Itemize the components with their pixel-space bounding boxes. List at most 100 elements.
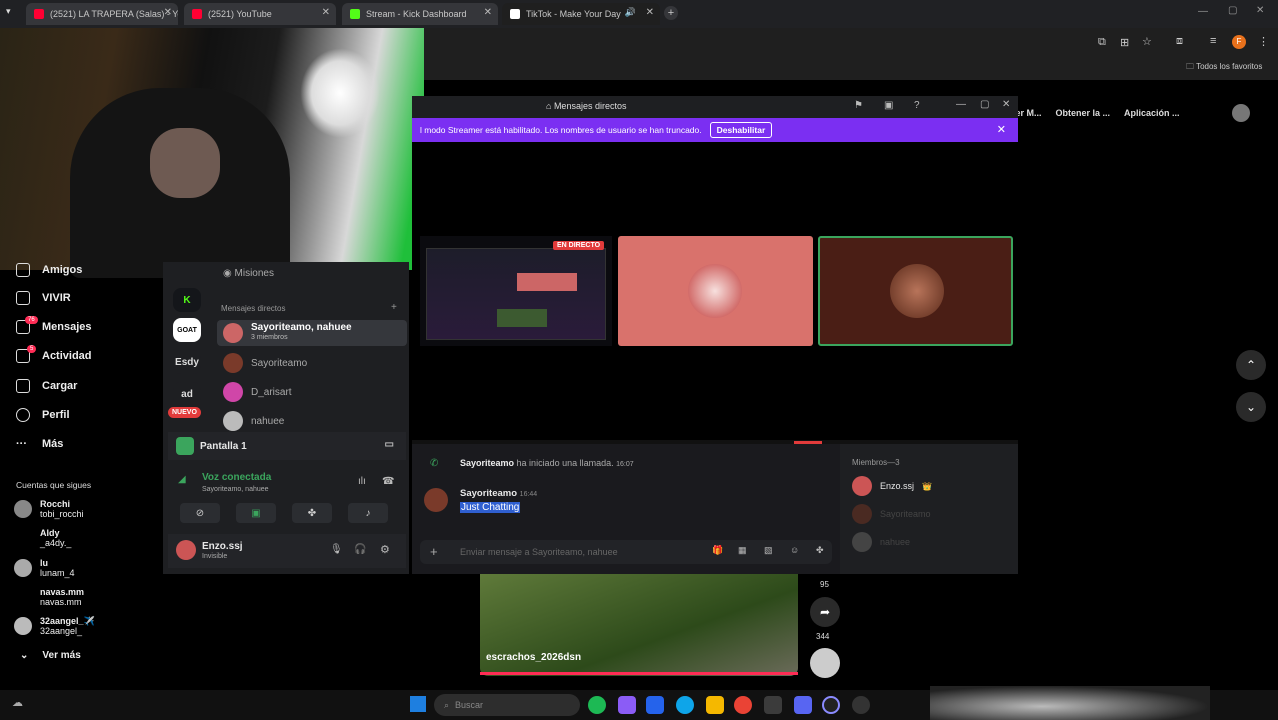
headphones-icon[interactable]: 🎧 (354, 544, 366, 555)
share-button[interactable]: ➦ (810, 597, 840, 627)
activities-icon[interactable]: ✤ (292, 503, 332, 523)
bookmark-link[interactable]: Aplicación ... (1124, 108, 1180, 118)
sidebar-item-more[interactable]: ··· Más (16, 438, 63, 450)
tab-list-icon[interactable]: ▾ (6, 6, 11, 17)
member-item[interactable]: nahuee (852, 532, 910, 552)
missions-item[interactable]: ◉ Misiones (223, 268, 274, 279)
chrome-icon[interactable] (734, 696, 752, 714)
avatar[interactable] (176, 540, 196, 560)
flag-icon[interactable]: ⚑ (854, 100, 863, 111)
sidebar-item-live[interactable]: VIVIR (16, 291, 71, 305)
next-video-button[interactable]: ⌄ (1236, 392, 1266, 422)
sidebar-item-upload[interactable]: Cargar (16, 379, 77, 393)
previous-video-button[interactable]: ⌃ (1236, 350, 1266, 380)
avatar[interactable] (424, 488, 448, 512)
bookmarks-folder[interactable]: 🗀 Todos los favoritos (1186, 61, 1262, 75)
copilot-icon[interactable] (618, 696, 636, 714)
microphone-icon[interactable]: 🎙 (330, 544, 343, 555)
account-item[interactable]: lu lunam_4 (14, 558, 75, 578)
inbox-icon[interactable]: ▣ (884, 100, 893, 111)
extensions-icon[interactable]: ⧈ (1176, 35, 1183, 48)
maximize-icon[interactable]: ▢ (1228, 5, 1237, 16)
noise-suppression-icon[interactable]: ılı (358, 476, 366, 487)
dm-item[interactable]: Sayoriteamo (217, 352, 407, 374)
close-icon[interactable]: ✕ (164, 7, 172, 18)
gift-icon[interactable]: 🎁 (712, 545, 723, 556)
apps-icon[interactable]: ✤ (816, 545, 824, 556)
menu-icon[interactable]: ⋮ (1258, 35, 1269, 48)
tab-kick[interactable]: Stream - Kick Dashboard ✕ (342, 3, 498, 25)
account-item[interactable]: Aldy _a4dy._ (40, 528, 71, 548)
spotify-icon[interactable] (588, 696, 606, 714)
server-icon-goat[interactable]: GOAT (173, 318, 201, 342)
minimize-icon[interactable]: — (1198, 6, 1208, 17)
file-explorer-icon[interactable] (706, 696, 724, 714)
taskbar-search[interactable]: ⌕ Buscar (434, 694, 580, 716)
edge-icon[interactable] (676, 696, 694, 714)
speaker-icon[interactable]: 🔊 (625, 7, 636, 18)
account-item[interactable]: 32aangel_✈️ 32aangel_ (14, 616, 95, 636)
close-icon[interactable]: ✕ (484, 7, 492, 18)
store-icon[interactable] (646, 696, 664, 714)
monitor-icon[interactable]: ▭ (385, 439, 394, 450)
disconnect-icon[interactable]: ☎ (382, 476, 394, 487)
message-input-box[interactable]: + Enviar mensaje a Sayoriteamo, nahuee 🎁… (420, 540, 832, 564)
steam-icon[interactable] (852, 696, 870, 714)
settings-gear-icon[interactable]: ⚙ (380, 543, 390, 556)
member-item[interactable]: Sayoriteamo (852, 504, 931, 524)
member-item[interactable]: Enzo.ssj 👑 (852, 476, 932, 496)
sidebar-item-friends[interactable]: Amigos (16, 263, 82, 277)
stream-tile-participant[interactable] (618, 236, 813, 346)
attach-plus-icon[interactable]: + (430, 544, 438, 559)
account-item[interactable]: navas.mm navas.mm (40, 587, 84, 607)
soundboard-icon[interactable]: ♪ (348, 503, 388, 523)
see-more-button[interactable]: ⌄ Ver más (20, 650, 81, 661)
close-banner-icon[interactable]: ✕ (997, 123, 1006, 136)
minimize-icon[interactable]: — (956, 99, 966, 110)
tiktok-video[interactable]: escrachos_2026dsn (480, 574, 798, 676)
creator-avatar[interactable] (810, 648, 840, 678)
screen-share-button[interactable]: ▣ (236, 503, 276, 523)
emoji-icon[interactable]: ☺ (790, 545, 799, 555)
tab-youtube-trapera[interactable]: (2521) LA TRAPERA (Salas) - Yo ✕ (26, 3, 178, 25)
maximize-icon[interactable]: ▢ (980, 99, 989, 110)
gif-icon[interactable]: ▦ (738, 545, 747, 556)
dm-item[interactable]: nahuee (217, 410, 407, 432)
chrome-active-icon[interactable] (764, 696, 782, 714)
dm-item[interactable]: D_arisart (217, 381, 407, 403)
video-username[interactable]: escrachos_2026dsn (486, 652, 581, 663)
server-icon-kick[interactable]: K (173, 288, 201, 312)
account-item[interactable]: Rocchi tobi_rocchi (14, 499, 84, 519)
server-icon-esdy[interactable]: Esdy (173, 350, 201, 374)
call-author[interactable]: Sayoriteamo (460, 458, 514, 468)
help-icon[interactable]: ? (914, 100, 920, 111)
add-dm-icon[interactable]: + (391, 302, 397, 313)
close-icon[interactable]: ✕ (646, 7, 654, 18)
message-author[interactable]: Sayoriteamo (460, 488, 517, 499)
close-icon[interactable]: ✕ (1002, 99, 1010, 110)
avatar[interactable] (1232, 104, 1250, 122)
obs-icon[interactable] (822, 696, 840, 714)
server-icon-ad[interactable]: ad (173, 382, 201, 406)
profile-avatar[interactable]: F (1232, 35, 1246, 49)
translate-icon[interactable]: ⊞ (1120, 36, 1129, 49)
stream-tile-screen[interactable]: EN DIRECTO (420, 236, 612, 346)
new-tab-button[interactable]: + (664, 6, 678, 20)
tab-tiktok[interactable]: TikTok - Make Your Day 🔊 ✕ (502, 3, 660, 25)
sticker-icon[interactable]: ▧ (764, 545, 773, 556)
disable-streamer-button[interactable]: Deshabilitar (709, 122, 773, 138)
star-icon[interactable]: ☆ (1142, 35, 1152, 48)
sidebar-item-profile[interactable]: Perfil (16, 408, 70, 422)
tab-youtube[interactable]: (2521) YouTube ✕ (184, 3, 336, 25)
discord-icon[interactable] (794, 696, 812, 714)
screen-share-item[interactable]: Pantalla 1 ▭ (168, 432, 406, 460)
media-icon[interactable]: ≡ (1210, 35, 1216, 47)
stream-tile-speaking[interactable] (818, 236, 1013, 346)
camera-off-icon[interactable]: ⊘ (180, 503, 220, 523)
dm-item-group[interactable]: Sayoriteamo, nahuee 3 miembros (217, 320, 407, 346)
close-window-icon[interactable]: ✕ (1256, 5, 1264, 16)
bookmark-link[interactable]: Obtener la ... (1056, 108, 1111, 118)
video-progress[interactable] (480, 672, 798, 675)
weather-icon[interactable]: ☁ (12, 696, 23, 709)
close-icon[interactable]: ✕ (322, 7, 330, 18)
